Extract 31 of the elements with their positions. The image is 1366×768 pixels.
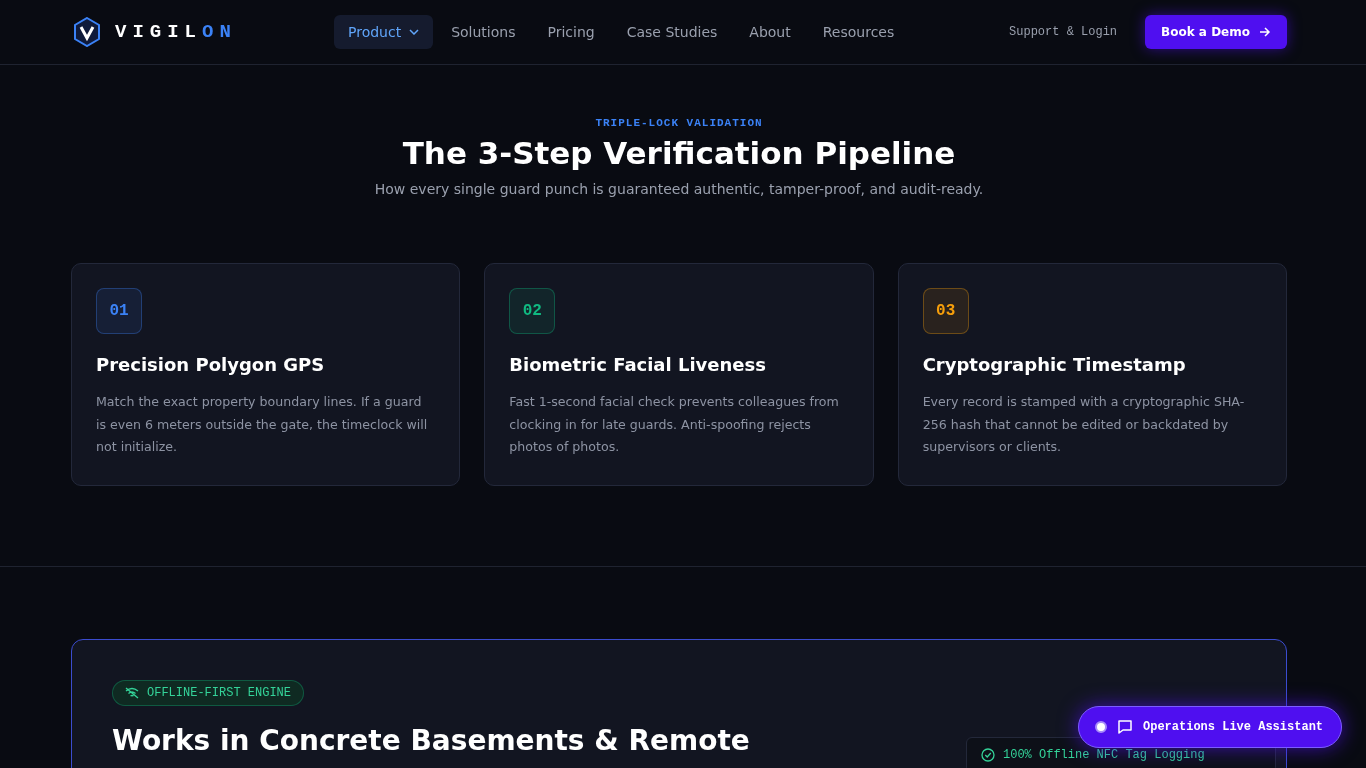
step-description: Every record is stamped with a cryptographic SHA-256 hash that cannot be edited or backdated by supervisors or clients. xyxy=(922,393,1246,456)
step-number: 03 xyxy=(922,288,969,334)
offline-title: Works in Concrete Basements & Remote xyxy=(112,723,750,757)
check-circle-icon xyxy=(981,747,995,762)
nav-link[interactable]: Product xyxy=(334,15,434,49)
section-title: The 3-Step Verification Pipeline xyxy=(401,135,957,171)
nav-link[interactable]: Solutions xyxy=(437,15,530,49)
feature-text: 100% Offline NFC Tag Logging xyxy=(1003,747,1205,762)
shield-logo-icon xyxy=(73,17,101,47)
support-login-link[interactable]: Support & Login xyxy=(1009,25,1118,39)
nav-link[interactable]: Case Studies xyxy=(612,15,732,49)
step-title: Precision Polygon GPS xyxy=(96,354,326,375)
step-title: Biometric Facial Liveness xyxy=(509,354,767,375)
chat-bubble-icon xyxy=(1117,719,1133,735)
step-number: 02 xyxy=(509,288,556,334)
step-title: Cryptographic Timestamp xyxy=(922,354,1187,375)
badge-text: OFFLINE-FIRST ENGINE xyxy=(147,685,292,700)
nav-link[interactable]: About xyxy=(735,15,805,49)
wifi-off-icon xyxy=(125,686,139,699)
book-demo-button[interactable]: Book a Demo xyxy=(1145,15,1287,49)
step-number: 01 xyxy=(96,288,142,334)
live-assistant-button[interactable]: Operations Live Assistant xyxy=(1078,706,1343,748)
section-eyebrow: TRIPLE-LOCK VALIDATION xyxy=(594,117,764,129)
step-description: Match the exact property boundary lines. If a guard is even 6 meters outside the gate, the timeclock will not initialize. xyxy=(96,393,429,456)
brand-name: VIGIL ON xyxy=(115,21,237,43)
section-subtitle: How every single guard punch is guaranteed authentic, tamper-proof, and audit-ready. xyxy=(373,181,985,197)
nav-link[interactable]: Pricing xyxy=(533,15,609,49)
step-description: Fast 1-second facial check prevents colleagues from clocking in for late guards. Anti-spoofing rejects photos of photos. xyxy=(509,393,840,456)
status-dot-icon xyxy=(1095,721,1107,733)
arrow-right-icon xyxy=(1259,27,1271,37)
nav-link[interactable]: Resources xyxy=(808,15,909,49)
